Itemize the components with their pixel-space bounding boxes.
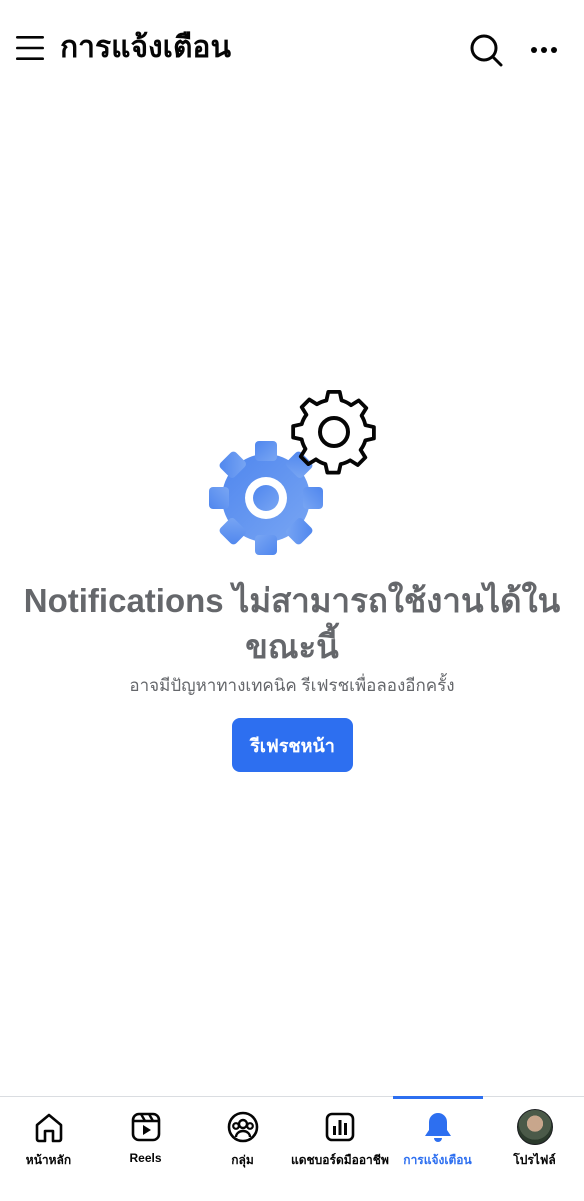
reels-icon — [131, 1112, 160, 1142]
search-icon — [470, 34, 503, 67]
gears-illustration — [204, 384, 384, 560]
menu-button[interactable] — [12, 30, 48, 66]
avatar — [516, 1109, 553, 1145]
error-title: Notifications ไม่สามารถใช้งานได้ในขณะนี้ — [23, 582, 561, 665]
nav-label-profile: โปรไฟล์ — [513, 1153, 556, 1167]
nav-item-profile[interactable]: โปรไฟล์ — [486, 1097, 583, 1201]
home-icon — [35, 1113, 62, 1143]
nav-label-home: หน้าหลัก — [25, 1153, 72, 1167]
top-app-bar: การแจ้งเตือน — [0, 0, 584, 96]
nav-item-professional-dashboard[interactable]: แดชบอร์ดมืออาชีพ — [291, 1097, 389, 1201]
gears-icon — [209, 389, 376, 555]
hamburger-icon — [16, 36, 44, 60]
nav-label-groups: กลุ่ม — [231, 1153, 254, 1167]
more-options-button[interactable] — [524, 30, 564, 70]
nav-item-notifications[interactable]: การแจ้งเตือน — [389, 1097, 486, 1201]
nav-label-notifications: การแจ้งเตือน — [403, 1153, 472, 1167]
nav-item-reels[interactable]: Reels — [97, 1097, 194, 1201]
search-button[interactable] — [466, 30, 506, 70]
refresh-page-button[interactable]: รีเฟรชหน้า — [232, 718, 353, 772]
dashboard-icon — [325, 1112, 354, 1142]
nav-label-professional-dashboard: แดชบอร์ดมืออาชีพ — [291, 1153, 389, 1167]
bell-icon — [424, 1113, 451, 1142]
more-horizontal-icon — [531, 47, 557, 53]
groups-icon — [227, 1111, 258, 1143]
nav-item-home[interactable]: หน้าหลัก — [0, 1097, 97, 1201]
bottom-navigation: หน้าหลัก Reels กลุ่ม แดชบอร์ดมืออาชีพ กา… — [0, 1096, 584, 1201]
page-title: การแจ้งเตือน — [60, 30, 231, 65]
nav-item-groups[interactable]: กลุ่ม — [194, 1097, 291, 1201]
error-subtitle: อาจมีปัญหาทางเทคนิค รีเฟรชเพื่อลองอีกครั… — [129, 676, 455, 695]
nav-label-reels: Reels — [129, 1151, 162, 1165]
